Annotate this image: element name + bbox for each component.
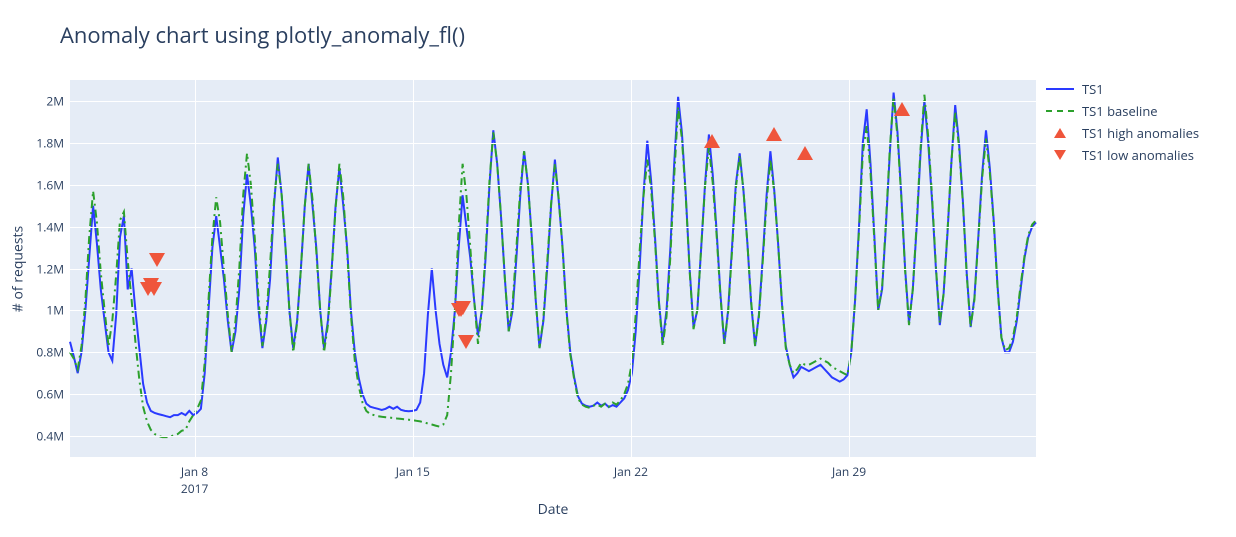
dashed-line-swatch-icon	[1046, 110, 1074, 112]
grid-line	[195, 80, 196, 457]
grid-line	[70, 101, 1036, 102]
y-tick-label: 1.6M	[14, 176, 64, 193]
y-tick-label: 1.8M	[14, 134, 64, 151]
anomaly-high-marker[interactable]	[894, 102, 910, 116]
y-tick-label: 0.6M	[14, 386, 64, 403]
legend-item-baseline[interactable]: TS1 baseline	[1046, 102, 1226, 120]
grid-line	[631, 80, 632, 457]
triangle-up-icon	[1054, 128, 1066, 138]
y-tick-label: 0.8M	[14, 344, 64, 361]
anomaly-low-marker[interactable]	[455, 301, 471, 315]
anomaly-low-marker[interactable]	[149, 253, 165, 267]
grid-line	[70, 185, 1036, 186]
legend-item-low[interactable]: TS1 low anomalies	[1046, 146, 1226, 164]
line-swatch-icon	[1046, 88, 1074, 90]
anomaly-high-marker[interactable]	[766, 127, 782, 141]
grid-line	[70, 436, 1036, 437]
anomaly-high-marker[interactable]	[704, 134, 720, 148]
anomaly-chart: Anomaly chart using plotly_anomaly_fl() …	[0, 0, 1236, 537]
anomaly-low-marker[interactable]	[146, 282, 162, 296]
legend-item-high[interactable]: TS1 high anomalies	[1046, 124, 1226, 142]
y-tick-label: 0.4M	[14, 428, 64, 445]
legend-item-ts1[interactable]: TS1	[1046, 80, 1226, 98]
x-tick-label: Jan 82017	[181, 463, 208, 497]
legend-label: TS1	[1082, 80, 1104, 98]
grid-line	[70, 310, 1036, 311]
x-tick-label: Jan 15	[396, 463, 430, 480]
x-axis-label: Date	[538, 500, 569, 519]
plot-area[interactable]: 0.4M0.6M0.8M1M1.2M1.4M1.6M1.8M2MJan 8201…	[70, 80, 1036, 457]
legend: TS1 TS1 baseline TS1 high anomalies TS1 …	[1046, 80, 1226, 168]
x-tick-label: Jan 29	[832, 463, 866, 480]
legend-label: TS1 high anomalies	[1082, 124, 1199, 142]
triangle-down-icon	[1054, 150, 1066, 160]
anomaly-low-marker[interactable]	[458, 335, 474, 349]
anomaly-high-marker[interactable]	[797, 146, 813, 160]
grid-line	[70, 352, 1036, 353]
grid-line	[70, 394, 1036, 395]
grid-line	[413, 80, 414, 457]
x-tick-label: Jan 22	[614, 463, 648, 480]
grid-line	[70, 227, 1036, 228]
legend-label: TS1 baseline	[1082, 102, 1158, 120]
grid-line	[70, 269, 1036, 270]
legend-label: TS1 low anomalies	[1082, 146, 1194, 164]
y-tick-label: 2M	[14, 92, 64, 109]
grid-line	[849, 80, 850, 457]
chart-title: Anomaly chart using plotly_anomaly_fl()	[60, 20, 465, 50]
grid-line	[70, 143, 1036, 144]
y-axis-label: # of requests	[9, 225, 28, 311]
